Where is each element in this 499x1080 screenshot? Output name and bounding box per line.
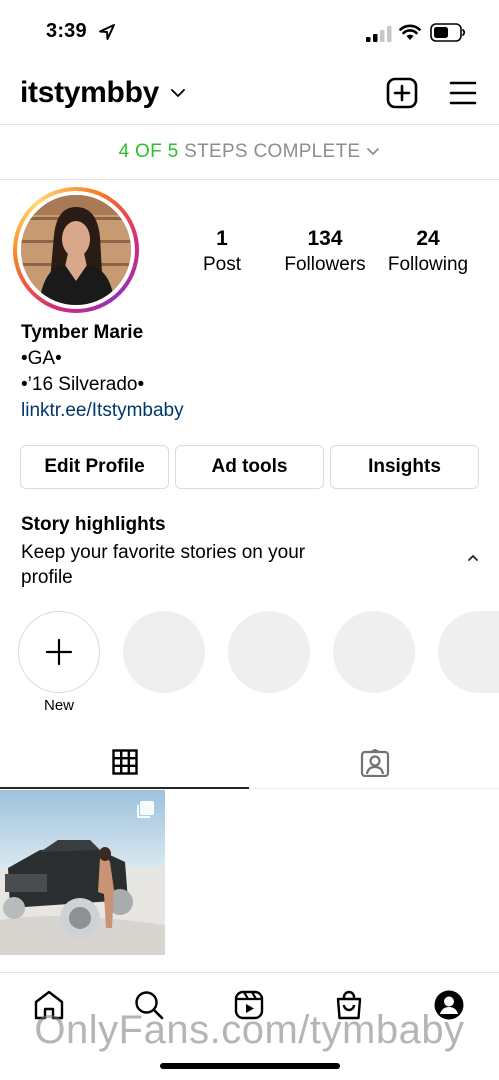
- bio-line: •’16 Silverado•: [21, 374, 145, 395]
- story-ring[interactable]: [13, 187, 139, 313]
- bio-link[interactable]: linktr.ee/Itstymbaby: [21, 398, 184, 424]
- chevron-up-icon[interactable]: [466, 553, 480, 563]
- plus-icon: [45, 638, 73, 666]
- followers-label: Followers: [284, 254, 366, 275]
- bio-line: •GA•: [21, 348, 62, 369]
- stat-followers[interactable]: 134 Followers: [278, 226, 372, 278]
- tab-tagged[interactable]: [250, 736, 499, 789]
- insights-button[interactable]: Insights: [330, 445, 479, 489]
- new-highlight-button[interactable]: [18, 611, 100, 693]
- followers-count: 134: [307, 227, 343, 250]
- chevron-down-icon: [367, 148, 380, 155]
- highlight-placeholder: [333, 611, 415, 693]
- tagged-icon: [360, 748, 389, 777]
- highlight-placeholder: [438, 611, 499, 693]
- profile-actions: Edit Profile Ad tools Insights: [20, 445, 479, 489]
- edit-profile-button[interactable]: Edit Profile: [20, 445, 169, 489]
- chevron-down-icon[interactable]: [170, 86, 186, 100]
- display-name: Tymber Marie: [21, 322, 144, 343]
- steps-done-count: 4 OF 5: [118, 141, 179, 162]
- profile-tabs: [0, 736, 499, 789]
- location-arrow-icon: [99, 24, 115, 40]
- following-label: Following: [387, 254, 469, 275]
- cellular-signal-icon: [366, 26, 392, 42]
- posts-label: Post: [202, 254, 242, 275]
- status-time: 3:39: [46, 20, 87, 42]
- following-count: 24: [416, 227, 440, 250]
- stat-posts[interactable]: 1 Post: [180, 226, 264, 278]
- stat-following[interactable]: 24 Following: [378, 226, 478, 278]
- wifi-icon: [399, 24, 421, 40]
- carousel-indicator-icon: [137, 801, 154, 818]
- tab-posts-grid[interactable]: [0, 736, 249, 789]
- profile-header: itstymbby: [0, 64, 499, 124]
- ad-tools-button[interactable]: Ad tools: [175, 445, 324, 489]
- steps-label: STEPS COMPLETE: [184, 141, 361, 162]
- hamburger-menu-icon[interactable]: [449, 80, 477, 106]
- post-thumbnail[interactable]: [0, 790, 165, 955]
- avatar-photo: [21, 195, 131, 305]
- highlights-description: Keep your favorite stories on your profi…: [21, 542, 306, 588]
- battery-icon: [430, 23, 466, 42]
- home-indicator: [160, 1063, 340, 1069]
- avatar[interactable]: [21, 195, 131, 305]
- highlight-placeholder: [228, 611, 310, 693]
- profile-bio: Tymber Marie •GA• •’16 Silverado• linktr…: [21, 320, 184, 424]
- highlights-title: Story highlights: [21, 514, 166, 535]
- status-bar: 3:39: [0, 0, 499, 64]
- grid-icon: [111, 748, 138, 775]
- new-post-icon[interactable]: [386, 77, 418, 109]
- posts-count: 1: [216, 227, 228, 250]
- username-switcher[interactable]: itstymbby: [20, 76, 159, 110]
- profile-stats: 1 Post 134 Followers 24 Following: [180, 226, 490, 282]
- new-highlight-label: New: [43, 697, 74, 714]
- highlight-placeholder: [123, 611, 205, 693]
- profile-steps-banner[interactable]: 4 OF 5 STEPS COMPLETE: [0, 124, 499, 180]
- watermark: OnlyFans.com/tymbaby: [34, 1008, 465, 1052]
